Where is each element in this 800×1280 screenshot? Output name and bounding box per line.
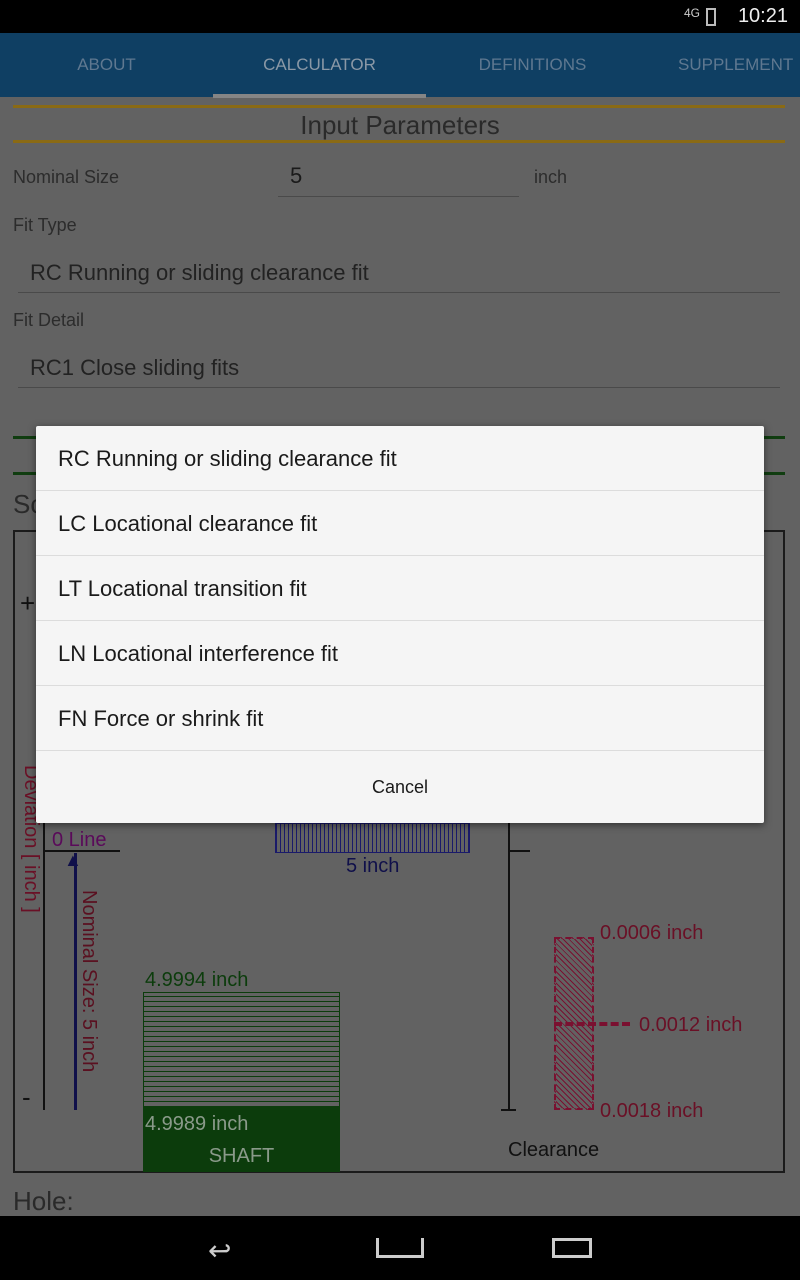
fit-detail-label: Fit Detail: [13, 310, 85, 330]
status-bar: 4G 10:21: [0, 0, 800, 33]
divider: [13, 140, 785, 143]
axis-tick: [501, 1109, 516, 1111]
hole-size-label: 5 inch: [346, 855, 400, 877]
nominal-size-input[interactable]: 5: [278, 163, 519, 197]
nominal-size-label: Nominal Size: [13, 167, 120, 187]
tab-about[interactable]: ABOUT: [0, 33, 213, 97]
fit-type-spinner[interactable]: RC Running or sliding clearance fit: [18, 253, 780, 293]
fit-type-label: Fit Type: [13, 215, 77, 235]
option-lt[interactable]: LT Locational transition fit: [36, 556, 764, 621]
hole-heading: Hole:: [13, 1186, 74, 1216]
battery-icon: [706, 8, 716, 26]
tab-supplement[interactable]: SUPPLEMENT: [639, 33, 800, 97]
option-rc[interactable]: RC Running or sliding clearance fit: [36, 426, 764, 491]
hole-zone: [275, 823, 470, 853]
clearance-min-label: 0.0006 inch: [600, 922, 704, 944]
option-fn[interactable]: FN Force or shrink fit: [36, 686, 764, 751]
clearance-mid-label: 0.0012 inch: [639, 1014, 743, 1036]
clock: 10:21: [737, 5, 788, 27]
option-lc[interactable]: LC Locational clearance fit: [36, 491, 764, 556]
shaft-lower-label: 4.9989 inch: [145, 1113, 249, 1135]
minus-sign: -: [22, 1082, 31, 1112]
clearance-axis: [508, 820, 510, 1110]
tab-calculator[interactable]: CALCULATOR: [213, 33, 426, 97]
tab-bar: ABOUT CALCULATOR DEFINITIONS SUPPLEMENT: [0, 33, 800, 97]
zero-line-label: 0 Line: [52, 829, 107, 851]
clearance-mid-line: [554, 1022, 630, 1026]
clearance-name: Clearance: [508, 1139, 600, 1161]
arrow-head-icon: ▲: [64, 850, 82, 870]
nominal-size-unit: inch: [534, 167, 568, 187]
recents-icon[interactable]: [552, 1238, 592, 1258]
section-title: Input Parameters: [300, 110, 500, 140]
home-icon[interactable]: [376, 1238, 424, 1258]
tab-definitions[interactable]: DEFINITIONS: [426, 33, 639, 97]
option-ln[interactable]: LN Locational interference fit: [36, 621, 764, 686]
fit-type-dialog: RC Running or sliding clearance fit LC L…: [36, 426, 764, 823]
shaft-upper-label: 4.9994 inch: [145, 969, 249, 991]
divider: [13, 105, 785, 108]
clearance-max-label: 0.0018 inch: [600, 1100, 704, 1122]
plus-sign: +: [20, 588, 36, 618]
back-icon[interactable]: ↩: [208, 1234, 231, 1267]
axis-tick: [508, 850, 530, 852]
navigation-bar: ↩: [0, 1216, 800, 1280]
fit-detail-spinner[interactable]: RC1 Close sliding fits: [18, 348, 780, 388]
shaft-tolerance-zone: [143, 992, 340, 1108]
signal-icon: 4G: [683, 6, 700, 20]
cancel-button[interactable]: Cancel: [36, 751, 764, 823]
active-tab-indicator: [213, 94, 426, 98]
nominal-size-label: Nominal Size: 5 inch: [78, 890, 100, 1073]
shaft-name: SHAFT: [208, 1145, 275, 1167]
